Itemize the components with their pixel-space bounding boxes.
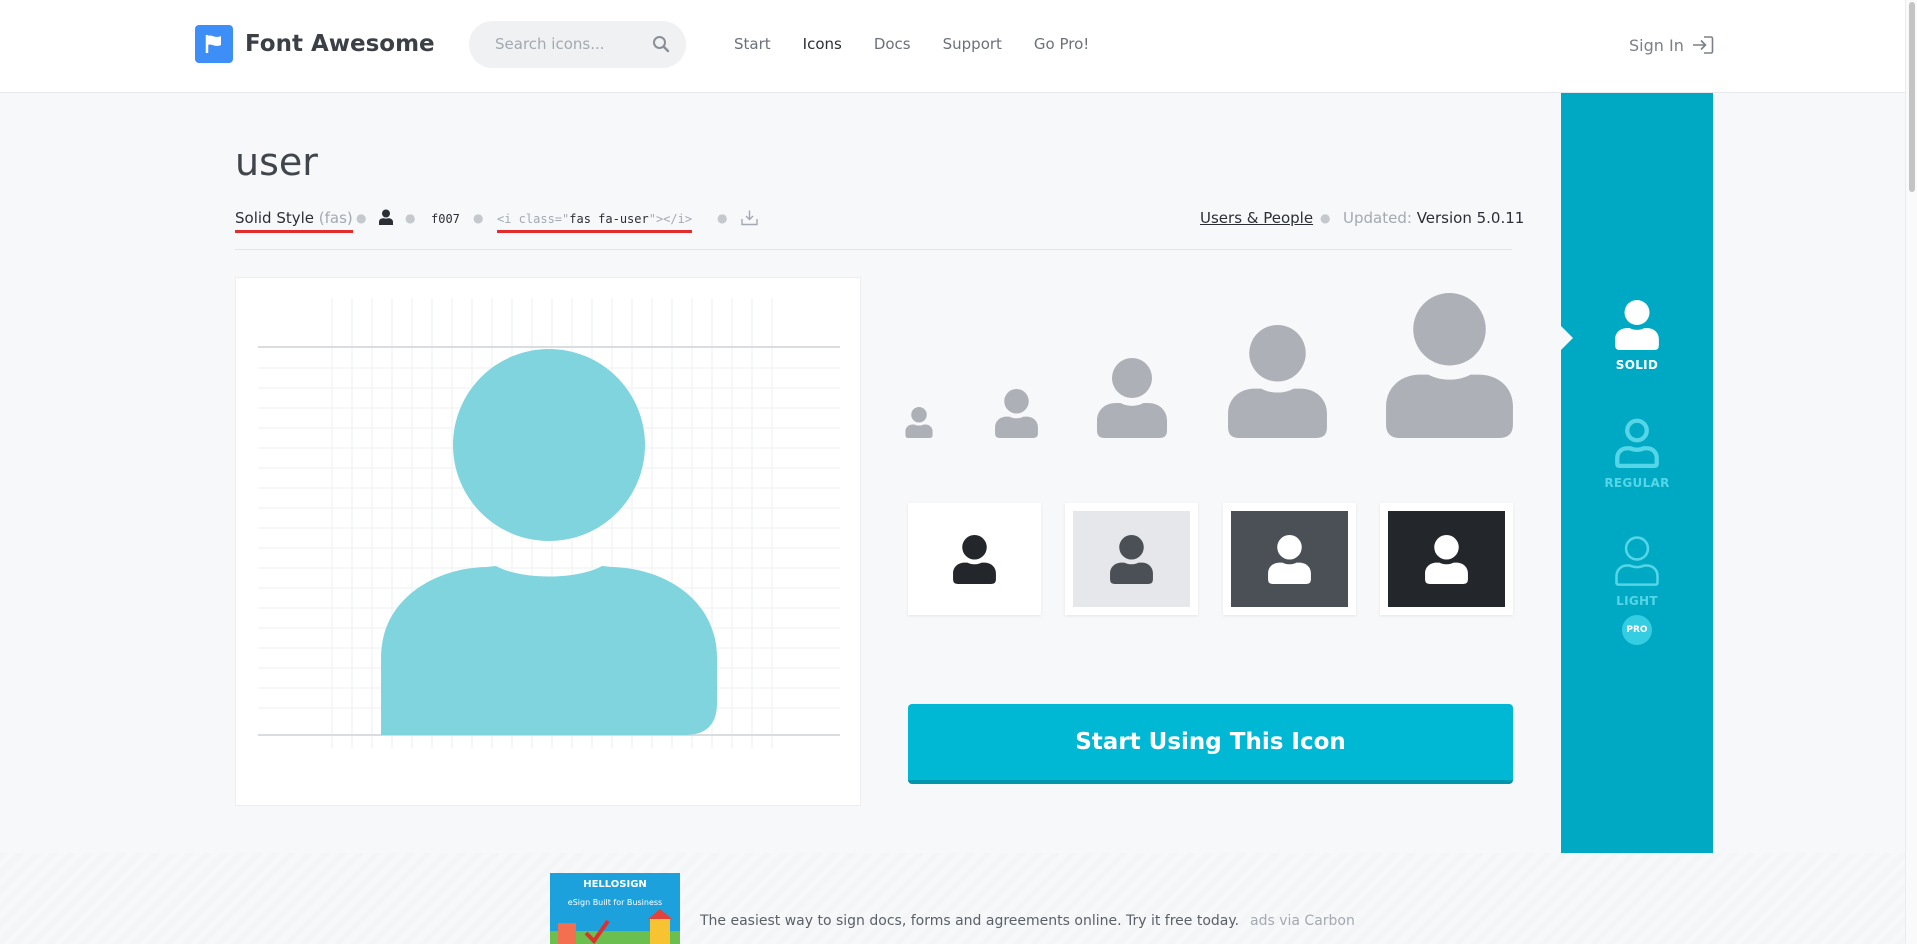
swatch-bg — [1388, 511, 1505, 607]
user-light-icon — [1615, 536, 1659, 586]
nav-start[interactable]: Start — [734, 35, 771, 53]
search-input[interactable] — [495, 33, 645, 55]
style-option-regular[interactable]: REGULAR — [1561, 418, 1713, 490]
snippet-class: fas fa-user — [569, 212, 649, 226]
separator-dot: ● — [356, 211, 367, 225]
divider — [235, 249, 1512, 250]
sign-in-label: Sign In — [1629, 35, 1684, 55]
unicode-value[interactable]: f007 — [431, 212, 460, 226]
swatch-bg — [916, 511, 1033, 607]
user-solid-icon — [1615, 300, 1659, 350]
separator-dot: ● — [1320, 211, 1331, 225]
swatch-black[interactable] — [1380, 503, 1513, 615]
main-nav: Start Icons Docs Support Go Pro! — [734, 35, 1121, 53]
user-icon — [1268, 534, 1311, 584]
top-header: Font Awesome Start Icons Docs Support Go… — [0, 0, 1905, 93]
user-icon — [1425, 534, 1468, 584]
sign-in-icon — [1692, 36, 1714, 54]
ad-illustration — [550, 909, 680, 944]
user-icon-xl — [1386, 293, 1513, 442]
user-icon-xs — [905, 407, 933, 442]
snippet-open: <i class=" — [497, 212, 570, 226]
snippet-close: "></i> — [648, 212, 693, 226]
style-option-label: REGULAR — [1604, 476, 1670, 490]
swatch-bg — [1073, 511, 1190, 607]
swatch-light[interactable] — [908, 503, 1041, 615]
brand-name: Font Awesome — [245, 31, 435, 57]
user-icon-large — [381, 349, 717, 735]
style-option-light[interactable]: LIGHT PRO — [1561, 536, 1713, 645]
brand-logo[interactable]: Font Awesome — [195, 25, 435, 63]
separator-dot: ● — [717, 211, 728, 225]
page-scrollbar[interactable] — [1905, 0, 1917, 944]
style-option-label: SOLID — [1615, 358, 1659, 372]
style-name: Solid Style — [235, 209, 314, 227]
icon-meta-bar: Solid Style (fas) ● ● f007 ● <i class="f… — [235, 209, 1524, 233]
user-icon-sm — [995, 389, 1038, 442]
search-icon[interactable] — [652, 35, 670, 57]
nav-icons[interactable]: Icons — [803, 35, 842, 53]
ad-image[interactable]: HELLOSIGN eSign Built for Business — [550, 873, 680, 944]
category-link[interactable]: Users & People — [1200, 209, 1313, 227]
user-icon — [1110, 534, 1153, 584]
icon-size-previews — [905, 292, 1513, 442]
html-snippet[interactable]: <i class="fas fa-user"></i> — [497, 212, 693, 233]
icon-preview-canvas — [235, 277, 861, 806]
scrollbar-thumb[interactable] — [1909, 2, 1915, 192]
preview-grid — [258, 298, 840, 748]
updated-version: Version 5.0.11 — [1416, 209, 1525, 227]
style-selected-pointer — [1561, 326, 1573, 350]
user-icon — [953, 534, 996, 584]
user-glyph-icon — [379, 209, 393, 229]
ad-banner — [0, 853, 1905, 944]
separator-dot: ● — [473, 211, 484, 225]
sign-in-link[interactable]: Sign In — [1629, 35, 1714, 55]
separator-dot: ● — [405, 211, 416, 225]
user-icon-md — [1097, 358, 1167, 442]
swatch-gray[interactable] — [1065, 503, 1198, 615]
user-regular-icon — [1615, 418, 1659, 468]
user-icon-lg — [1228, 325, 1327, 442]
style-option-label: LIGHT — [1616, 594, 1658, 608]
start-using-icon-button[interactable]: Start Using This Icon — [908, 704, 1513, 784]
style-label[interactable]: Solid Style (fas) — [235, 209, 353, 233]
nav-go-pro[interactable]: Go Pro! — [1034, 35, 1089, 53]
ad-via-link[interactable]: ads via Carbon — [1250, 913, 1355, 929]
pro-badge: PRO — [1622, 615, 1652, 645]
icon-title: user — [235, 140, 318, 184]
style-selector: SOLID REGULAR LIGHT PRO — [1561, 93, 1713, 853]
updated-info: Updated: Version 5.0.11 — [1343, 209, 1524, 227]
nav-support[interactable]: Support — [943, 35, 1002, 53]
ad-text[interactable]: The easiest way to sign docs, forms and … — [700, 913, 1239, 929]
download-icon[interactable] — [741, 209, 758, 230]
style-option-solid[interactable]: SOLID — [1561, 300, 1713, 372]
search-box — [469, 21, 686, 68]
swatch-dark[interactable] — [1223, 503, 1356, 615]
flag-icon — [195, 25, 233, 63]
swatch-bg — [1231, 511, 1348, 607]
nav-docs[interactable]: Docs — [874, 35, 911, 53]
style-prefix: (fas) — [318, 209, 353, 227]
updated-label: Updated: — [1343, 209, 1412, 227]
